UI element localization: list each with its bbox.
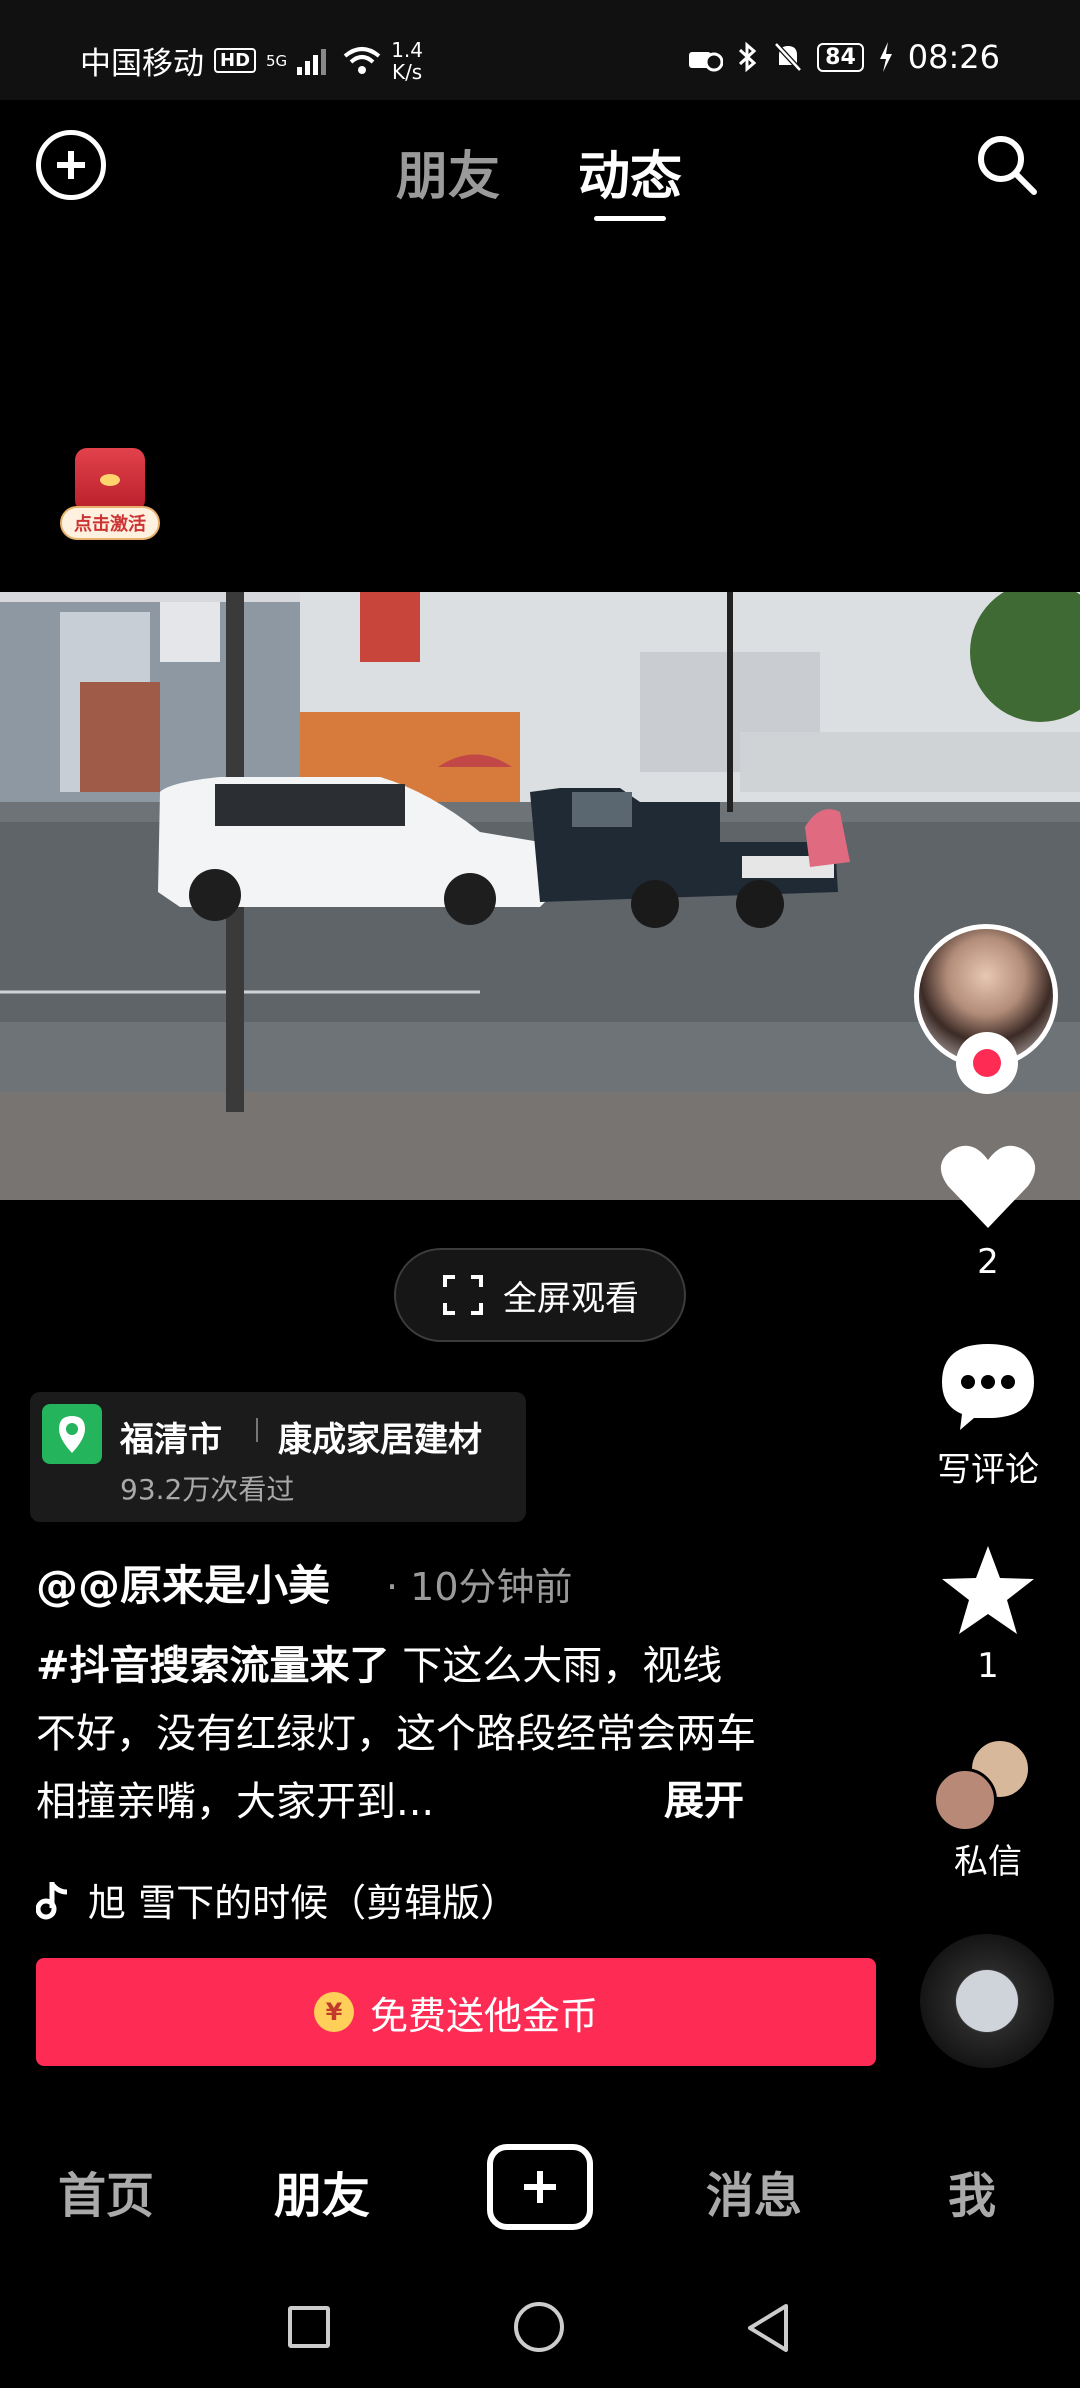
expand-button[interactable]: 展开 (664, 1768, 744, 1826)
status-right: 84 08:26 (687, 38, 1000, 76)
coin-icon: ¥ (313, 1992, 354, 2032)
nav-friends[interactable]: 朋友 (274, 2156, 370, 2226)
home-icon[interactable] (514, 2302, 564, 2352)
author-name[interactable]: @@原来是小美 (36, 1552, 330, 1613)
comment-button[interactable]: 写评论 (900, 1340, 1076, 1491)
star-icon (942, 1546, 1034, 1634)
hashtag-link[interactable]: #抖音搜索流量来了 (36, 1643, 390, 1689)
nav-me[interactable]: 我 (948, 2156, 996, 2226)
like-count: 2 (977, 1242, 999, 1282)
status-left: 中国移动 HD 5G 1.4 K/s (80, 38, 423, 83)
status-bar: 中国移动 HD 5G 1.4 K/s 84 08:26 (0, 0, 1080, 100)
fullscreen-button[interactable]: 全屏观看 (394, 1248, 686, 1342)
charging-icon (879, 42, 892, 72)
clock: 08:26 (907, 38, 1000, 76)
mute-bell-icon (774, 42, 802, 72)
battery-level: 84 (817, 42, 864, 72)
post-description[interactable]: #抖音搜索流量来了 下这么大雨，视线不好，没有红绿灯，这个路段经常会两车相撞亲嘴… (36, 1632, 756, 1836)
fullscreen-label: 全屏观看 (503, 1278, 639, 1319)
video-player[interactable] (0, 592, 1080, 1200)
bluetooth-icon (739, 41, 757, 73)
add-icon[interactable] (36, 130, 106, 200)
location-place: 康成家居建材 (278, 1420, 482, 1460)
hd-icon: HD (214, 48, 257, 73)
recents-icon[interactable] (288, 2306, 330, 2348)
signal-icon (297, 48, 327, 75)
active-tab-indicator (594, 216, 666, 221)
lock-data-icon (689, 52, 724, 72)
comment-label: 写评论 (937, 1450, 1039, 1490)
music-disc-icon[interactable] (920, 1934, 1054, 2068)
dm-avatars (933, 1738, 1043, 1832)
post-time: · 10分钟前 (386, 1565, 573, 1609)
location-separator (256, 1418, 258, 1442)
wifi-icon (343, 46, 381, 74)
dm-avatar-2 (933, 1768, 997, 1832)
create-post-icon[interactable] (487, 2144, 593, 2230)
tab-friends[interactable]: 朋友 (396, 134, 500, 209)
bottom-nav: 首页 朋友 消息 我 (0, 2120, 1080, 2260)
network-type: 5G (266, 51, 288, 70)
send-coins-button[interactable]: ¥ 免费送他金币 (36, 1958, 876, 2066)
music-info[interactable]: 旭 雪下的时候（剪辑版） (36, 1872, 518, 1927)
system-nav (0, 2268, 1080, 2388)
follow-back-icon[interactable] (956, 1032, 1018, 1094)
dm-label: 私信 (954, 1842, 1022, 1882)
fullscreen-icon (443, 1275, 483, 1315)
speed-unit: K/s (391, 59, 423, 84)
carrier-name: 中国移动 (80, 46, 204, 82)
music-title: 旭 雪下的时候（剪辑版） (88, 1881, 519, 1925)
favorite-count: 1 (977, 1646, 999, 1686)
location-views: 93.2万次看过 (120, 1473, 295, 1506)
search-icon[interactable] (972, 130, 1042, 200)
tab-feed[interactable]: 动态 (578, 134, 682, 209)
location-city: 福清市 (120, 1420, 222, 1460)
heart-icon (940, 1145, 1036, 1228)
nav-messages[interactable]: 消息 (706, 2156, 802, 2226)
back-icon[interactable] (744, 2302, 792, 2354)
red-packet-icon (75, 448, 145, 512)
favorite-button[interactable]: 1 (900, 1544, 1076, 1686)
video-frame (0, 592, 1080, 1200)
speed-value: 1.4 (391, 37, 423, 62)
red-packet-widget[interactable]: 点击激活 (60, 448, 160, 548)
comment-icon (942, 1344, 1034, 1430)
network-speed: 1.4 K/s (391, 39, 423, 83)
location-card[interactable]: 福清市 康成家居建材 93.2万次看过 (30, 1392, 526, 1522)
red-packet-label: 点击激活 (60, 506, 160, 540)
nav-home[interactable]: 首页 (58, 2156, 154, 2226)
direct-message-button[interactable]: 私信 (900, 1738, 1076, 1883)
location-pin-icon (42, 1404, 102, 1464)
music-note-icon (36, 1881, 68, 1919)
like-button[interactable]: 2 (900, 1140, 1076, 1282)
send-coins-label: 免费送他金币 (369, 1993, 598, 2038)
top-nav: 朋友 动态 (0, 100, 1080, 230)
